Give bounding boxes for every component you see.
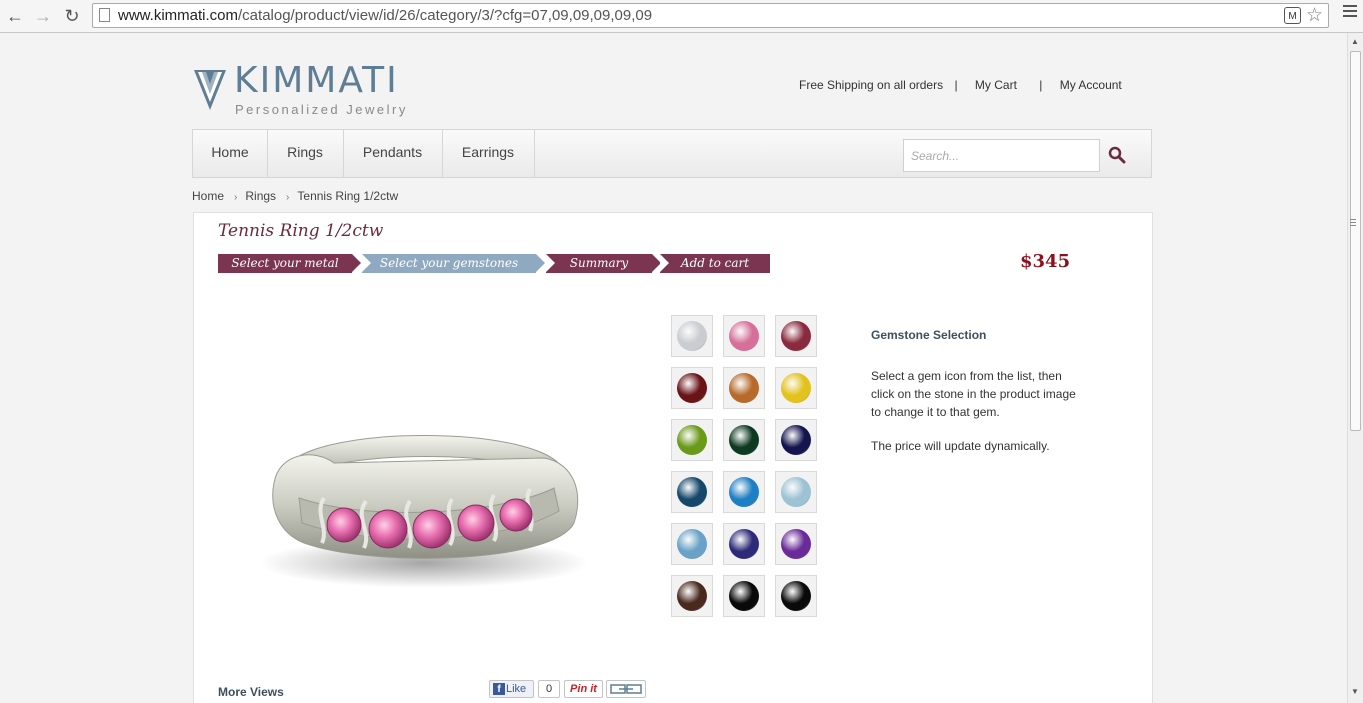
gemstone-icon [781, 581, 811, 611]
chevron-right-icon: › [234, 192, 238, 203]
search-icon [1108, 146, 1126, 164]
gem-swatch[interactable] [775, 419, 817, 461]
nav-item-home[interactable]: Home [193, 130, 268, 177]
breadcrumb-home[interactable]: Home [192, 189, 224, 203]
gemstone-icon [781, 321, 811, 351]
step-add-to-cart[interactable]: Add to cart [660, 254, 770, 273]
gem-swatch[interactable] [671, 367, 713, 409]
gemstone-icon [677, 529, 707, 559]
nav-item-rings[interactable]: Rings [267, 130, 344, 177]
gem-swatch[interactable] [671, 523, 713, 565]
gemstone-icon [729, 529, 759, 559]
page-icon [99, 8, 110, 22]
chevron-right-icon: › [286, 192, 290, 203]
gem-swatch[interactable] [775, 523, 817, 565]
product-panel: Tennis Ring 1/2ctw Select your metal Sel… [193, 212, 1153, 703]
browser-toolbar: ← → ↻ www.kimmati.com/catalog/product/vi… [0, 0, 1363, 33]
more-views-heading: More Views [218, 685, 284, 699]
page-scrollbar[interactable]: ▲ ▼ [1347, 33, 1363, 703]
free-shipping-text: Free Shipping on all orders [799, 78, 944, 92]
bookmark-star-icon[interactable]: ☆ [1306, 4, 1323, 27]
diamond-logo-icon [194, 70, 226, 110]
product-price: $345 [1020, 251, 1071, 272]
facebook-icon: f [493, 683, 505, 695]
gem-swatch[interactable] [723, 575, 765, 617]
gem-swatch[interactable] [723, 523, 765, 565]
gemstone-icon [729, 425, 759, 455]
gemstone-icon [677, 321, 707, 351]
back-arrow-icon[interactable]: ← [3, 4, 27, 28]
my-account-link[interactable]: My Account [1060, 78, 1122, 92]
breadcrumb-rings[interactable]: Rings [245, 189, 276, 203]
main-nav: Home Rings Pendants Earrings Search... [192, 129, 1152, 178]
brand-tagline: Personalized Jewelry [235, 102, 408, 117]
scroll-up-icon[interactable]: ▲ [1351, 37, 1359, 46]
gem-swatch[interactable] [775, 367, 817, 409]
gemstone-selection-heading: Gemstone Selection [871, 328, 987, 342]
pinterest-pin-button[interactable]: Pin it [564, 680, 603, 698]
step-select-gemstones[interactable]: Select your gemstones [362, 254, 545, 273]
nav-item-earrings[interactable]: Earrings [442, 130, 535, 177]
gem-swatch[interactable] [775, 315, 817, 357]
gem-swatch[interactable] [723, 367, 765, 409]
gem-swatch[interactable] [671, 419, 713, 461]
gemstone-icon [781, 477, 811, 507]
gem-swatch[interactable] [723, 315, 765, 357]
gemstone-icon [781, 373, 811, 403]
gemstone-icon [729, 477, 759, 507]
address-bar[interactable]: www.kimmati.com/catalog/product/view/id/… [92, 3, 1329, 28]
gem-swatch[interactable] [671, 575, 713, 617]
price-update-note: The price will update dynamically. [871, 439, 1050, 453]
gemstone-icon [729, 581, 759, 611]
link-icon [610, 684, 642, 694]
ring-product-image[interactable] [254, 403, 604, 603]
gemstone-icon [677, 477, 707, 507]
brand-name: KIMMATI [234, 60, 399, 101]
my-cart-link[interactable]: My Cart [975, 78, 1017, 92]
search-button[interactable] [1101, 139, 1134, 172]
product-title: Tennis Ring 1/2ctw [218, 221, 384, 241]
nav-item-pendants[interactable]: Pendants [343, 130, 443, 177]
step-select-metal[interactable]: Select your metal [218, 254, 361, 273]
browser-menu-icon[interactable] [1343, 5, 1357, 20]
reload-icon[interactable]: ↻ [60, 4, 84, 28]
gem-swatch[interactable] [775, 575, 817, 617]
scrollbar-thumb[interactable] [1350, 51, 1361, 431]
gem-swatch[interactable] [723, 471, 765, 513]
gem-swatch[interactable] [775, 471, 817, 513]
step-summary[interactable]: Summary [546, 254, 661, 273]
breadcrumb-current: Tennis Ring 1/2ctw [297, 189, 399, 203]
forward-arrow-icon[interactable]: → [31, 4, 55, 28]
url-text: www.kimmati.com/catalog/product/view/id/… [118, 7, 653, 24]
gemstone-icon [677, 425, 707, 455]
like-count: 0 [538, 680, 560, 698]
gemstone-icon [781, 425, 811, 455]
gemstone-instructions: Select a gem icon from the list, then cl… [871, 369, 1076, 419]
facebook-like-button[interactable]: f Like [489, 680, 534, 698]
extension-icon[interactable]: M [1284, 7, 1301, 24]
search-input[interactable]: Search... [903, 139, 1100, 172]
gem-swatch[interactable] [671, 471, 713, 513]
gemstone-icon [677, 373, 707, 403]
breadcrumb: Home › Rings › Tennis Ring 1/2ctw [192, 189, 398, 203]
kimmati-logo[interactable]: KIMMATI Personalized Jewelry [192, 60, 412, 122]
gemstone-icon [677, 581, 707, 611]
gem-swatch[interactable] [723, 419, 765, 461]
scroll-down-icon[interactable]: ▼ [1351, 687, 1359, 696]
gemstone-icon [781, 529, 811, 559]
gem-swatch[interactable] [671, 315, 713, 357]
share-link-button[interactable] [606, 680, 646, 698]
gemstone-icon [729, 373, 759, 403]
top-links: Free Shipping on all orders | My Cart | … [799, 78, 1122, 92]
gemstone-icon [729, 321, 759, 351]
